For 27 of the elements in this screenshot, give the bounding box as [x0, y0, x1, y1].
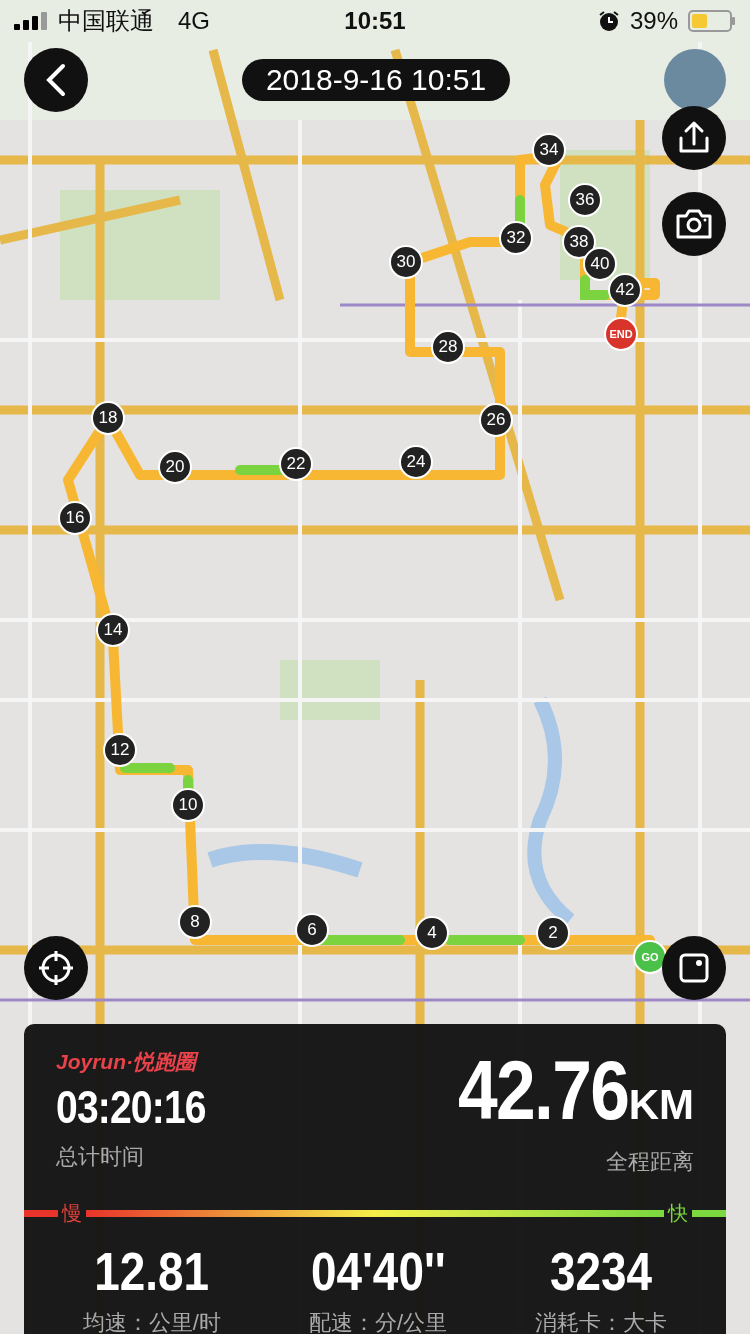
distance-label: 全程距离	[606, 1148, 694, 1176]
battery-percent: 39%	[629, 7, 678, 35]
brand-logo: Joyrun·悦跑圈	[56, 1048, 233, 1076]
stat-label: 均速：公里/时	[82, 1309, 221, 1334]
carrier-name: 中国联通	[58, 6, 154, 36]
battery-icon	[688, 9, 736, 33]
distance-value: 42.76	[458, 1042, 629, 1139]
stat-value: 3234	[550, 1240, 653, 1302]
network-type: 4G	[178, 7, 210, 35]
stat-label: 配速：分/公里	[309, 1309, 448, 1334]
stat-value: 12.81	[94, 1240, 210, 1302]
distance-unit: KM	[628, 1081, 694, 1129]
crosshair-icon	[37, 949, 75, 987]
signal-icon	[14, 12, 48, 30]
pace-bar	[692, 1209, 726, 1217]
total-time-label: 总计时间	[56, 1143, 145, 1171]
alarm-clock-icon	[597, 10, 620, 32]
map-square-icon	[677, 951, 711, 985]
stat-value: 04'40''	[310, 1240, 446, 1302]
pace-bar	[24, 1209, 58, 1217]
total-time: 03:20:16	[56, 1080, 206, 1134]
clock-time: 10:51	[344, 7, 406, 35]
date-time-label: 2018-9-16 10:51	[241, 59, 511, 101]
camera-icon	[675, 207, 713, 241]
stat-label: 消耗卡：大卡	[535, 1309, 668, 1334]
fast-label: 快	[666, 1200, 689, 1226]
slow-label: 慢	[60, 1200, 83, 1226]
